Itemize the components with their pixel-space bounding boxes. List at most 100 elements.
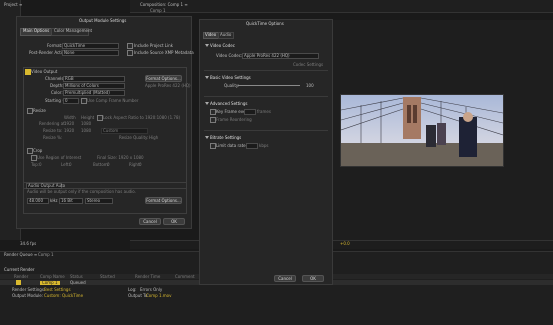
quality-value[interactable]: 100 bbox=[306, 84, 314, 88]
output-module-dialog: Output Module Settings Main Options Colo… bbox=[16, 16, 194, 229]
include-xmp-checkbox[interactable] bbox=[127, 50, 133, 56]
log-label: Log: bbox=[128, 287, 137, 292]
section-divider bbox=[204, 70, 328, 71]
format-options-button[interactable]: Format Options... bbox=[145, 75, 182, 82]
audio-format-options-label[interactable]: Format Options... bbox=[146, 198, 181, 203]
project-panel-label[interactable]: Project ≡ bbox=[4, 3, 22, 7]
tab-video-label[interactable]: Video bbox=[205, 33, 216, 37]
section-divider-2 bbox=[204, 96, 328, 97]
include-project-link-label[interactable]: Include Project Link bbox=[134, 44, 173, 48]
advanced-settings-section[interactable]: Advanced Settings bbox=[210, 102, 247, 106]
bitrate-settings-disclosure-icon[interactable] bbox=[205, 136, 209, 139]
zoom-value[interactable]: 34.6 fps bbox=[20, 242, 36, 246]
format-value[interactable]: QuickTime bbox=[64, 44, 85, 48]
include-xmp-label[interactable]: Include Source XMP Metadata bbox=[134, 51, 194, 55]
post-render-value[interactable]: None bbox=[64, 51, 74, 55]
viewer-time-value[interactable]: +0.0 bbox=[340, 242, 350, 246]
quality-slider-fill bbox=[238, 85, 300, 86]
key-frame-unit: frames bbox=[257, 109, 271, 114]
depth-label: Depth: bbox=[50, 83, 64, 88]
starting-value[interactable]: 0 bbox=[65, 99, 68, 103]
quicktime-cancel-label[interactable]: Cancel bbox=[278, 276, 292, 281]
video-codec-disclosure-icon[interactable] bbox=[205, 44, 209, 47]
resize-to-height[interactable]: 1080 bbox=[81, 129, 91, 133]
resize-quality-value[interactable]: High bbox=[149, 136, 158, 140]
color-value[interactable]: Premultiplied (Matted) bbox=[65, 91, 110, 95]
render-item-name[interactable]: Comp 1 bbox=[40, 281, 60, 285]
composition-header bbox=[130, 0, 553, 13]
audio-output-label[interactable]: Audio Output Auto bbox=[28, 184, 65, 188]
render-queue-tab[interactable]: Render Queue ≡ bbox=[4, 253, 37, 257]
basic-settings-disclosure-icon[interactable] bbox=[205, 76, 209, 79]
final-size-label: Final Size: 1920 x 1080 bbox=[97, 155, 144, 160]
resize-label[interactable]: Resize bbox=[33, 109, 46, 113]
frame-reordering-label[interactable]: Frame Reordering bbox=[216, 118, 252, 122]
resize-height-header: Height bbox=[81, 115, 95, 120]
render-settings-label: Render Settings: bbox=[12, 287, 46, 292]
audio-note: Audio will be output only if the composi… bbox=[27, 189, 136, 194]
preview-image bbox=[340, 94, 504, 167]
limit-data-input[interactable] bbox=[246, 143, 258, 149]
section-divider-3 bbox=[204, 130, 328, 131]
quicktime-options-dialog: QuickTime Options Video Audio Video Code… bbox=[199, 19, 333, 285]
rendering-at-width: 1920 bbox=[64, 121, 75, 126]
lock-aspect-label[interactable]: Lock Aspect Ratio to 1920:1080 (1.78) bbox=[103, 116, 180, 120]
bitrate-settings-section[interactable]: Bitrate Settings bbox=[210, 136, 241, 140]
quicktime-ok-button[interactable]: OK bbox=[302, 275, 324, 282]
video-output-label[interactable]: Video Output bbox=[31, 70, 57, 74]
codec-description: Apple ProRes 422 (HQ) bbox=[145, 83, 191, 88]
composition-tab[interactable]: Composition: Comp 1 ≡ bbox=[140, 3, 188, 7]
basic-settings-section[interactable]: Basic Video Settings bbox=[210, 76, 251, 80]
resize-quality-label: Resize Quality: bbox=[119, 135, 149, 140]
output-module-ok-button[interactable]: OK bbox=[163, 218, 185, 225]
use-comp-frame-label[interactable]: Use Comp Frame Number bbox=[87, 99, 139, 103]
render-settings-value[interactable]: Best Settings bbox=[44, 288, 71, 292]
col-render: Render bbox=[14, 274, 29, 279]
crop-top-label: Top: bbox=[31, 162, 40, 167]
include-project-link-checkbox[interactable] bbox=[127, 43, 133, 49]
use-roi-label[interactable]: Use Region of Interest bbox=[37, 156, 81, 160]
output-module-ok-label[interactable]: OK bbox=[171, 219, 177, 224]
output-module-cancel-label[interactable]: Cancel bbox=[143, 219, 157, 224]
log-value[interactable]: Errors Only bbox=[140, 288, 162, 292]
format-options-label[interactable]: Format Options... bbox=[146, 76, 181, 81]
advanced-settings-disclosure-icon[interactable] bbox=[205, 102, 209, 105]
col-render-time: Render Time bbox=[135, 274, 161, 279]
output-module-value[interactable]: Custom: QuickTime bbox=[44, 294, 83, 298]
crop-right-value[interactable]: 0 bbox=[139, 163, 142, 167]
rendering-at-label: Rendering at: bbox=[39, 121, 67, 126]
audio-rate-value[interactable]: 48.000 bbox=[29, 199, 43, 203]
tab-color-management-label[interactable]: Color Management bbox=[54, 29, 92, 33]
depth-value[interactable]: Millions of Colors bbox=[65, 84, 99, 88]
tab-main-options-label[interactable]: Main Options bbox=[23, 29, 49, 33]
quicktime-cancel-button[interactable]: Cancel bbox=[274, 275, 296, 282]
audio-format-options-button[interactable]: Format Options... bbox=[145, 197, 182, 204]
current-render-label: Current Render bbox=[4, 267, 35, 272]
output-module-title: Output Module Settings bbox=[79, 18, 127, 23]
tab-audio-label[interactable]: Audio bbox=[220, 33, 231, 37]
channels-value[interactable]: RGB bbox=[65, 77, 74, 81]
output-module-cancel-button[interactable]: Cancel bbox=[139, 218, 161, 225]
crop-left-value[interactable]: 0 bbox=[69, 163, 72, 167]
output-module-label: Output Module: bbox=[12, 293, 44, 298]
comp-tab[interactable]: Comp 1 bbox=[150, 9, 166, 13]
key-frame-input[interactable] bbox=[244, 109, 256, 115]
limit-data-unit: kbps bbox=[259, 143, 269, 148]
video-codec-label: Video Codec: bbox=[216, 53, 243, 58]
crop-label[interactable]: Crop bbox=[33, 149, 42, 153]
audio-bits-value[interactable]: 16 Bit bbox=[61, 199, 73, 203]
video-codec-value[interactable]: Apple ProRes 422 (HQ) bbox=[244, 54, 290, 58]
crop-bottom-value[interactable]: 0 bbox=[107, 163, 110, 167]
codec-settings-button[interactable]: Codec Settings bbox=[293, 63, 323, 67]
resize-to-width[interactable]: 1920 bbox=[64, 129, 74, 133]
video-codec-section[interactable]: Video Codec bbox=[210, 44, 235, 48]
col-comp-name: Comp Name bbox=[40, 274, 65, 279]
render-queue-comp-tab[interactable]: Comp 1 bbox=[38, 253, 54, 257]
crop-top-value[interactable]: 0 bbox=[39, 163, 42, 167]
resize-preset-value[interactable]: Custom bbox=[103, 129, 118, 133]
output-to-value[interactable]: Comp 1.mov bbox=[146, 294, 171, 298]
color-label: Color: bbox=[51, 90, 63, 95]
quicktime-ok-label[interactable]: OK bbox=[310, 276, 316, 281]
audio-channels-value[interactable]: Stereo bbox=[87, 199, 100, 203]
render-checkbox[interactable] bbox=[16, 280, 21, 285]
